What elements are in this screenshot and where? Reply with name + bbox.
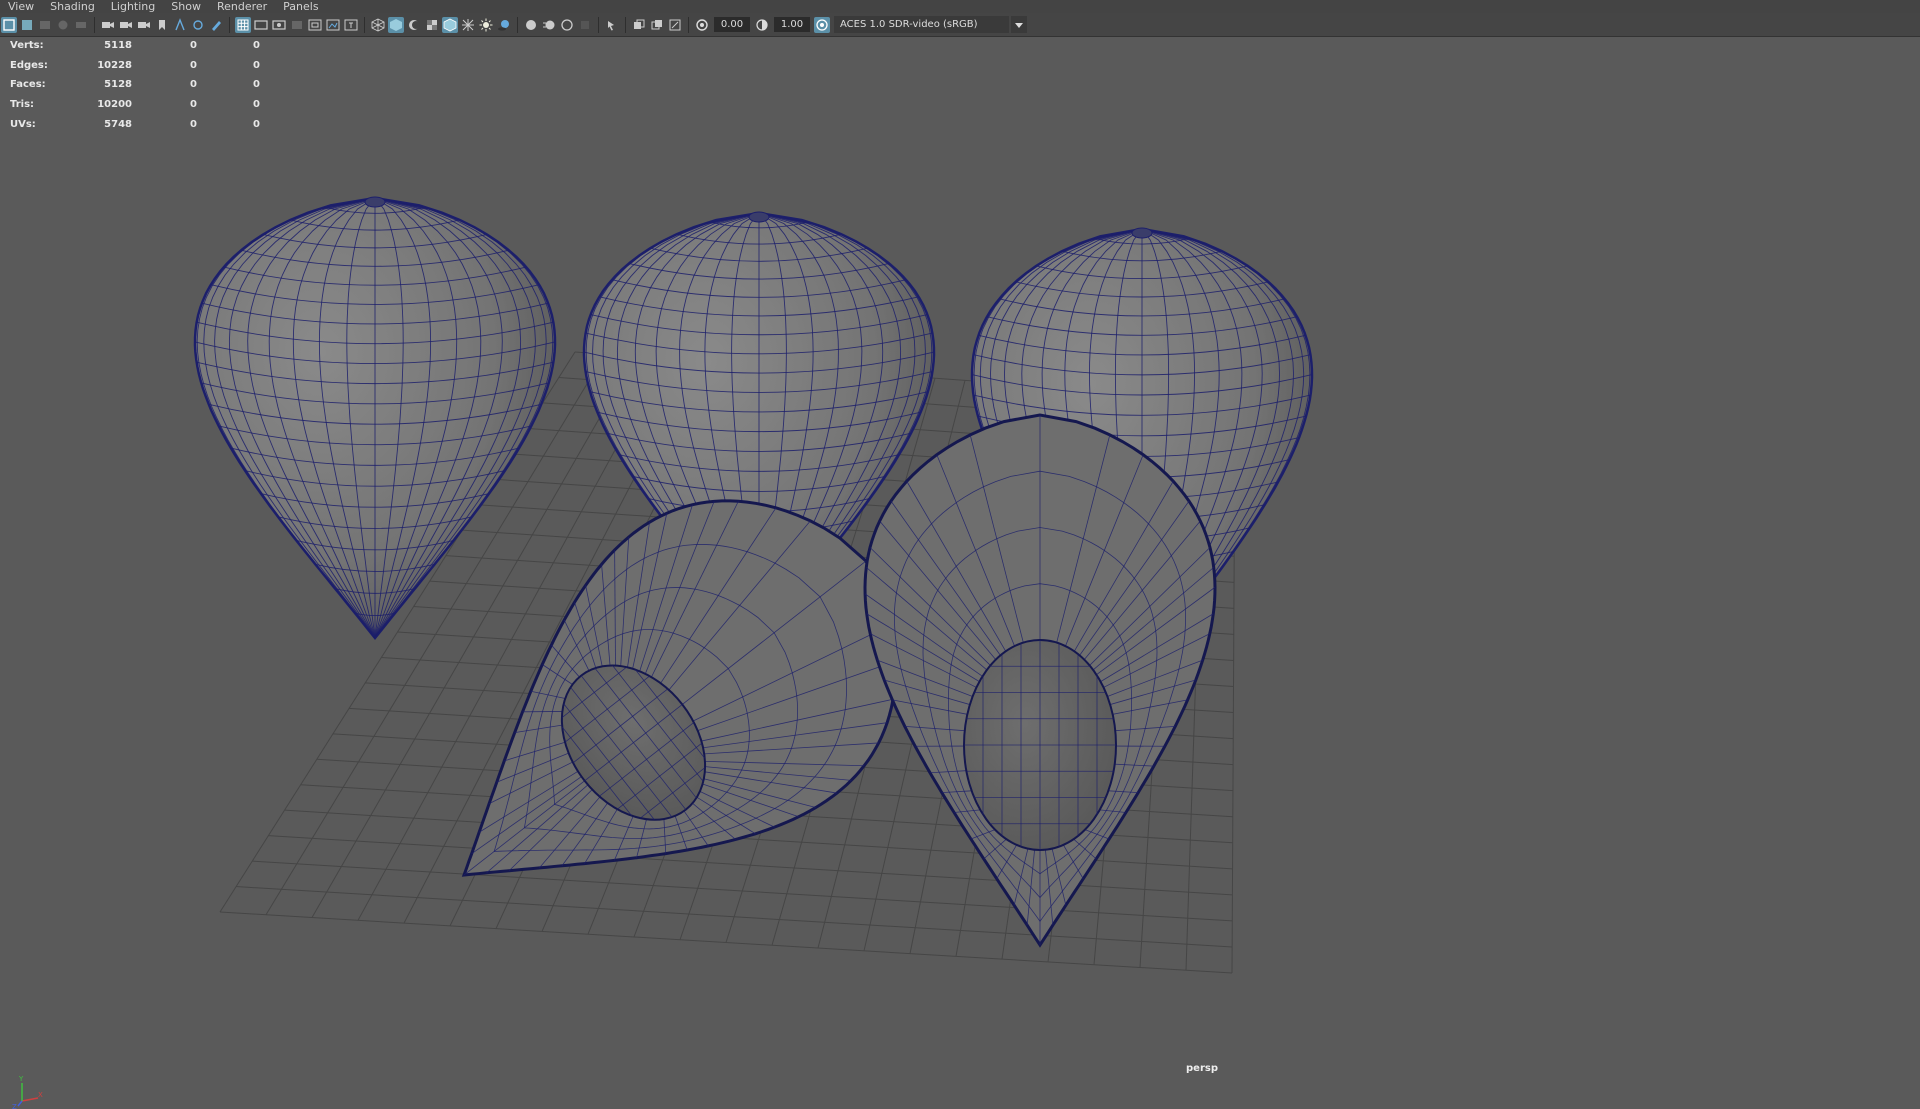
menu-show[interactable]: Show bbox=[163, 0, 209, 13]
hud-row-edges: Edges: 10228 0 0 bbox=[10, 56, 260, 76]
xray-icon[interactable] bbox=[460, 17, 476, 33]
menu-panels[interactable]: Panels bbox=[275, 0, 326, 13]
hud-label: Faces: bbox=[10, 79, 80, 90]
film-gate-icon[interactable] bbox=[253, 17, 269, 33]
default-material-icon[interactable] bbox=[406, 17, 422, 33]
view-transform-field[interactable]: ACES 1.0 SDR-video (sRGB) bbox=[834, 16, 1009, 33]
textured-icon[interactable] bbox=[424, 17, 440, 33]
grease-pencil-tool-icon[interactable] bbox=[190, 17, 206, 33]
toolbar-separator bbox=[364, 17, 365, 33]
bookmark-icon[interactable] bbox=[37, 17, 53, 33]
hud-value: 0 bbox=[132, 60, 197, 71]
hud-value: 5748 bbox=[80, 119, 132, 130]
toolbar-separator bbox=[688, 17, 689, 33]
menu-renderer[interactable]: Renderer bbox=[209, 0, 275, 13]
hud-row-uvs: UVs: 5748 0 0 bbox=[10, 114, 260, 134]
camera-icon[interactable] bbox=[100, 17, 116, 33]
hud-label: Edges: bbox=[10, 60, 80, 71]
field-chart-icon[interactable] bbox=[307, 17, 323, 33]
xray-active-icon[interactable] bbox=[649, 17, 665, 33]
wireframe-on-shaded-icon[interactable] bbox=[442, 17, 458, 33]
hud-label: Verts: bbox=[10, 40, 80, 51]
hud-value: 5118 bbox=[80, 40, 132, 51]
exposure-field[interactable]: 0.00 bbox=[714, 17, 750, 32]
hud-label: Tris: bbox=[10, 99, 80, 110]
2d-pan-icon[interactable] bbox=[172, 17, 188, 33]
camera-attributes-icon[interactable] bbox=[118, 17, 134, 33]
bookmark-tag-icon[interactable] bbox=[154, 17, 170, 33]
hud-row-faces: Faces: 5128 0 0 bbox=[10, 75, 260, 95]
shadows-icon[interactable] bbox=[496, 17, 512, 33]
poly-count-hud: Verts: 5118 0 0 Edges: 10228 0 0 Faces: … bbox=[10, 36, 260, 134]
motion-blur-icon[interactable] bbox=[541, 17, 557, 33]
image-plane-icon[interactable] bbox=[55, 17, 71, 33]
svg-text:Z: Z bbox=[12, 1103, 17, 1109]
hud-value: 0 bbox=[132, 119, 197, 130]
hud-value: 0 bbox=[197, 99, 260, 110]
svg-text:X: X bbox=[38, 1091, 43, 1099]
hud-value: 0 bbox=[132, 40, 197, 51]
viewport-scene[interactable] bbox=[0, 37, 1920, 1080]
safe-title-icon[interactable] bbox=[343, 17, 359, 33]
hud-value: 0 bbox=[197, 79, 260, 90]
select-camera-icon[interactable] bbox=[1, 17, 17, 33]
gamma-icon[interactable] bbox=[754, 17, 770, 33]
isolate-select-icon[interactable] bbox=[604, 17, 620, 33]
hud-value: 0 bbox=[197, 60, 260, 71]
3d-viewport[interactable]: Y X Z bbox=[0, 37, 1920, 1080]
hud-value: 10228 bbox=[80, 60, 132, 71]
toolbar-separator bbox=[625, 17, 626, 33]
depth-of-field-icon[interactable] bbox=[577, 17, 593, 33]
toolbar-separator bbox=[229, 17, 230, 33]
camera-sequence-icon[interactable] bbox=[136, 17, 152, 33]
light-icon[interactable] bbox=[478, 17, 494, 33]
toolbar-separator bbox=[598, 17, 599, 33]
hud-value: 0 bbox=[132, 99, 197, 110]
toolbar-separator bbox=[517, 17, 518, 33]
safe-action-icon[interactable] bbox=[325, 17, 341, 33]
wireframe-icon[interactable] bbox=[370, 17, 386, 33]
hud-value: 0 bbox=[197, 40, 260, 51]
pencil-icon[interactable] bbox=[208, 17, 224, 33]
xray-joints-icon[interactable] bbox=[631, 17, 647, 33]
hud-label: UVs: bbox=[10, 119, 80, 130]
grease-pencil-icon[interactable] bbox=[73, 17, 89, 33]
camera-name-label: persp bbox=[1186, 1063, 1218, 1074]
resolution-gate-icon[interactable] bbox=[271, 17, 287, 33]
menu-lighting[interactable]: Lighting bbox=[103, 0, 163, 13]
chevron-down-icon[interactable] bbox=[1011, 16, 1027, 33]
screen-space-ao-icon[interactable] bbox=[523, 17, 539, 33]
svg-text:Y: Y bbox=[18, 1075, 24, 1083]
panel-menu-bar: View Shading Lighting Show Renderer Pane… bbox=[0, 0, 1920, 13]
hud-row-verts: Verts: 5118 0 0 bbox=[10, 36, 260, 56]
exposure-icon[interactable] bbox=[694, 17, 710, 33]
hud-value: 5128 bbox=[80, 79, 132, 90]
hud-row-tris: Tris: 10200 0 0 bbox=[10, 95, 260, 115]
gate-mask-icon[interactable] bbox=[289, 17, 305, 33]
toolbar-separator bbox=[94, 17, 95, 33]
menu-view[interactable]: View bbox=[0, 0, 42, 13]
backface-icon[interactable] bbox=[667, 17, 683, 33]
hud-value: 0 bbox=[132, 79, 197, 90]
panel-toolbar: 0.00 1.00 ACES 1.0 SDR-video (sRGB) bbox=[0, 13, 1920, 37]
hud-value: 0 bbox=[197, 119, 260, 130]
grid-icon[interactable] bbox=[235, 17, 251, 33]
menu-shading[interactable]: Shading bbox=[42, 0, 103, 13]
gamma-field[interactable]: 1.00 bbox=[774, 17, 810, 32]
hud-value: 10200 bbox=[80, 99, 132, 110]
smooth-shade-icon[interactable] bbox=[388, 17, 404, 33]
anti-aliasing-icon[interactable] bbox=[559, 17, 575, 33]
view-axis-icon: Y X Z bbox=[10, 1073, 44, 1109]
lock-camera-icon[interactable] bbox=[19, 17, 35, 33]
color-management-icon[interactable] bbox=[814, 17, 830, 33]
